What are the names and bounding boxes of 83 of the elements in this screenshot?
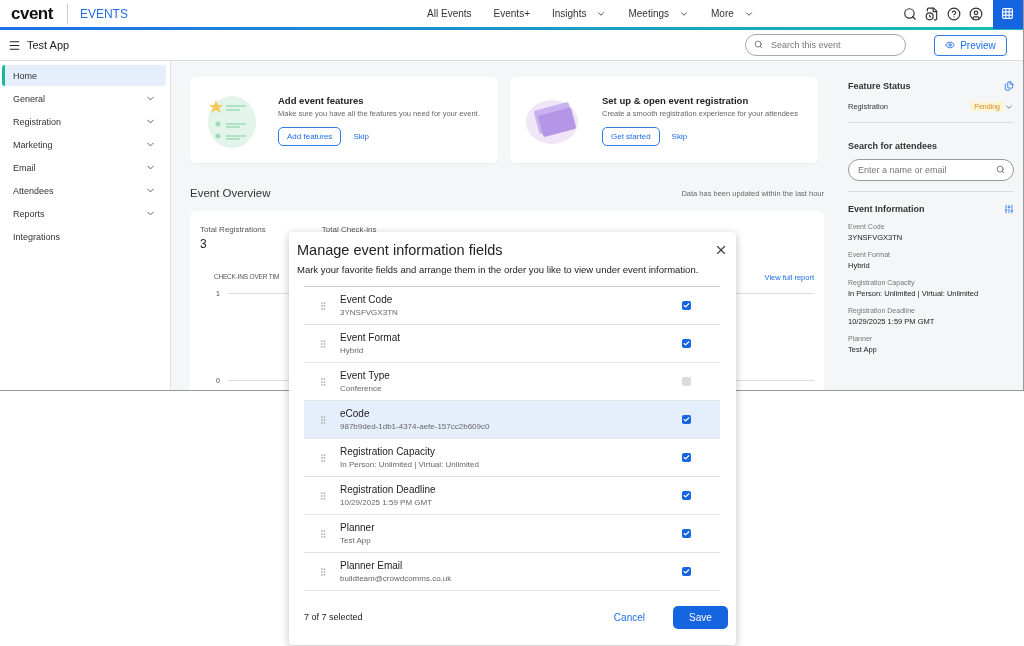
section-title: Search for attendees bbox=[848, 141, 938, 151]
drag-handle-icon[interactable] bbox=[318, 300, 328, 311]
sidebar-item[interactable]: General bbox=[2, 88, 166, 109]
search-field[interactable]: Search this event bbox=[745, 34, 906, 56]
logo[interactable]: cvent bbox=[11, 3, 53, 24]
field-label: eCode bbox=[340, 408, 371, 419]
grid-icon bbox=[1001, 7, 1015, 20]
field-label: Registration Capacity bbox=[340, 446, 437, 457]
field-label: Planner bbox=[340, 522, 376, 533]
field-value: Conference bbox=[340, 384, 383, 393]
app-name: Test App bbox=[27, 39, 70, 51]
stat-label: Total Check-ins bbox=[321, 225, 377, 234]
field-row[interactable]: eCode 987b9ded-1db1-4374-aefe-157cc2b609c0 bbox=[304, 401, 720, 439]
section-title: Feature Status bbox=[848, 81, 911, 91]
document-icon[interactable] bbox=[1004, 81, 1014, 91]
sidebar-item[interactable]: Marketing bbox=[2, 134, 166, 155]
sidebar-item[interactable]: Email bbox=[2, 157, 166, 178]
sliders-icon[interactable] bbox=[1004, 204, 1014, 214]
dialog-title: Manage event information fields bbox=[297, 242, 503, 258]
drag-handle-icon[interactable] bbox=[318, 566, 328, 577]
checkbox[interactable] bbox=[682, 453, 691, 462]
drag-handle-icon[interactable] bbox=[318, 414, 328, 425]
checkbox[interactable] bbox=[682, 377, 691, 386]
help-icon[interactable] bbox=[947, 6, 961, 21]
field-value: 987b9ded-1db1-4374-aefe-157cc2b609c0 bbox=[340, 422, 491, 431]
search-icon[interactable] bbox=[903, 6, 917, 21]
product-name: EVENTS bbox=[66, 3, 128, 24]
checkbox[interactable] bbox=[682, 567, 691, 576]
checkbox[interactable] bbox=[682, 491, 691, 500]
field-label: Event Type bbox=[340, 370, 391, 381]
sidebar-item[interactable]: Integrations bbox=[2, 226, 166, 247]
close-button[interactable] bbox=[714, 243, 728, 257]
document-clock-icon[interactable] bbox=[925, 6, 939, 21]
field-label: Event Format bbox=[340, 332, 402, 343]
eye-icon bbox=[945, 40, 956, 50]
card-title: Add event features bbox=[278, 94, 365, 106]
section-title: Event Overview bbox=[190, 187, 271, 199]
nav-menu-item[interactable]: More bbox=[711, 8, 754, 19]
field-value: 10/29/2025 1:59 PM GMT bbox=[340, 498, 434, 507]
sidebar-item[interactable]: Reports bbox=[2, 203, 166, 224]
section-title: Event Information bbox=[848, 204, 925, 214]
drag-handle-icon[interactable] bbox=[318, 452, 328, 463]
user-icon[interactable] bbox=[969, 6, 983, 21]
skip-link[interactable]: Skip bbox=[353, 131, 369, 141]
stat-label: Total Registrations bbox=[200, 225, 266, 234]
card-action-button[interactable]: Add features bbox=[278, 126, 342, 146]
sidebar-item[interactable]: Registration bbox=[2, 111, 166, 132]
field-value: buildteam@crowdcomms.co.uk bbox=[340, 574, 453, 583]
checkbox[interactable] bbox=[682, 529, 691, 538]
card-title: Set up & open event registration bbox=[602, 94, 750, 106]
nav-menu-item[interactable]: Events+ bbox=[493, 8, 530, 19]
preview-button[interactable]: Preview bbox=[934, 34, 1007, 56]
field-value: 3YNSFVGX3TN bbox=[340, 308, 399, 317]
checkbox[interactable] bbox=[682, 415, 691, 424]
field-value: Test App bbox=[340, 536, 372, 545]
menu-icon[interactable] bbox=[8, 38, 21, 52]
checkbox[interactable] bbox=[682, 301, 691, 310]
drag-handle-icon[interactable] bbox=[318, 338, 328, 349]
field-value: In Person: Unlimited | Virtual: Unlimited bbox=[340, 460, 480, 469]
search-icon bbox=[996, 165, 1005, 174]
field-label: Event Code bbox=[340, 294, 394, 305]
field-value: Hybrid bbox=[340, 346, 365, 355]
drag-handle-icon[interactable] bbox=[318, 528, 328, 539]
drag-handle-icon[interactable] bbox=[318, 376, 328, 387]
sidebar-item[interactable]: Home bbox=[2, 65, 166, 86]
stat-value: 3 bbox=[200, 237, 208, 251]
sidebar-item[interactable]: Attendees bbox=[2, 180, 166, 201]
nav-menu-item[interactable]: Meetings bbox=[628, 8, 690, 19]
nav-menu-item[interactable]: Insights bbox=[552, 8, 607, 19]
skip-link[interactable]: Skip bbox=[671, 131, 688, 141]
checkbox[interactable] bbox=[682, 339, 691, 348]
field-label: Registration Deadline bbox=[340, 484, 437, 495]
cancel-button[interactable]: Cancel bbox=[607, 610, 651, 624]
attendee-search-field[interactable]: Enter a name or email bbox=[848, 159, 1014, 181]
nav-menu-item[interactable]: All Events bbox=[427, 8, 472, 19]
apps-grid-button[interactable] bbox=[993, 0, 1023, 29]
save-button[interactable]: Save bbox=[673, 605, 728, 629]
drag-handle-icon[interactable] bbox=[318, 490, 328, 501]
selected-count: 7 of 7 selected bbox=[304, 612, 363, 622]
search-icon bbox=[754, 40, 763, 49]
card-action-button[interactable]: Get started bbox=[602, 126, 660, 146]
dialog-description: Mark your favorite fields and arrange them in the order you like to view under event information. bbox=[297, 264, 700, 275]
field-label: Planner Email bbox=[340, 560, 404, 571]
